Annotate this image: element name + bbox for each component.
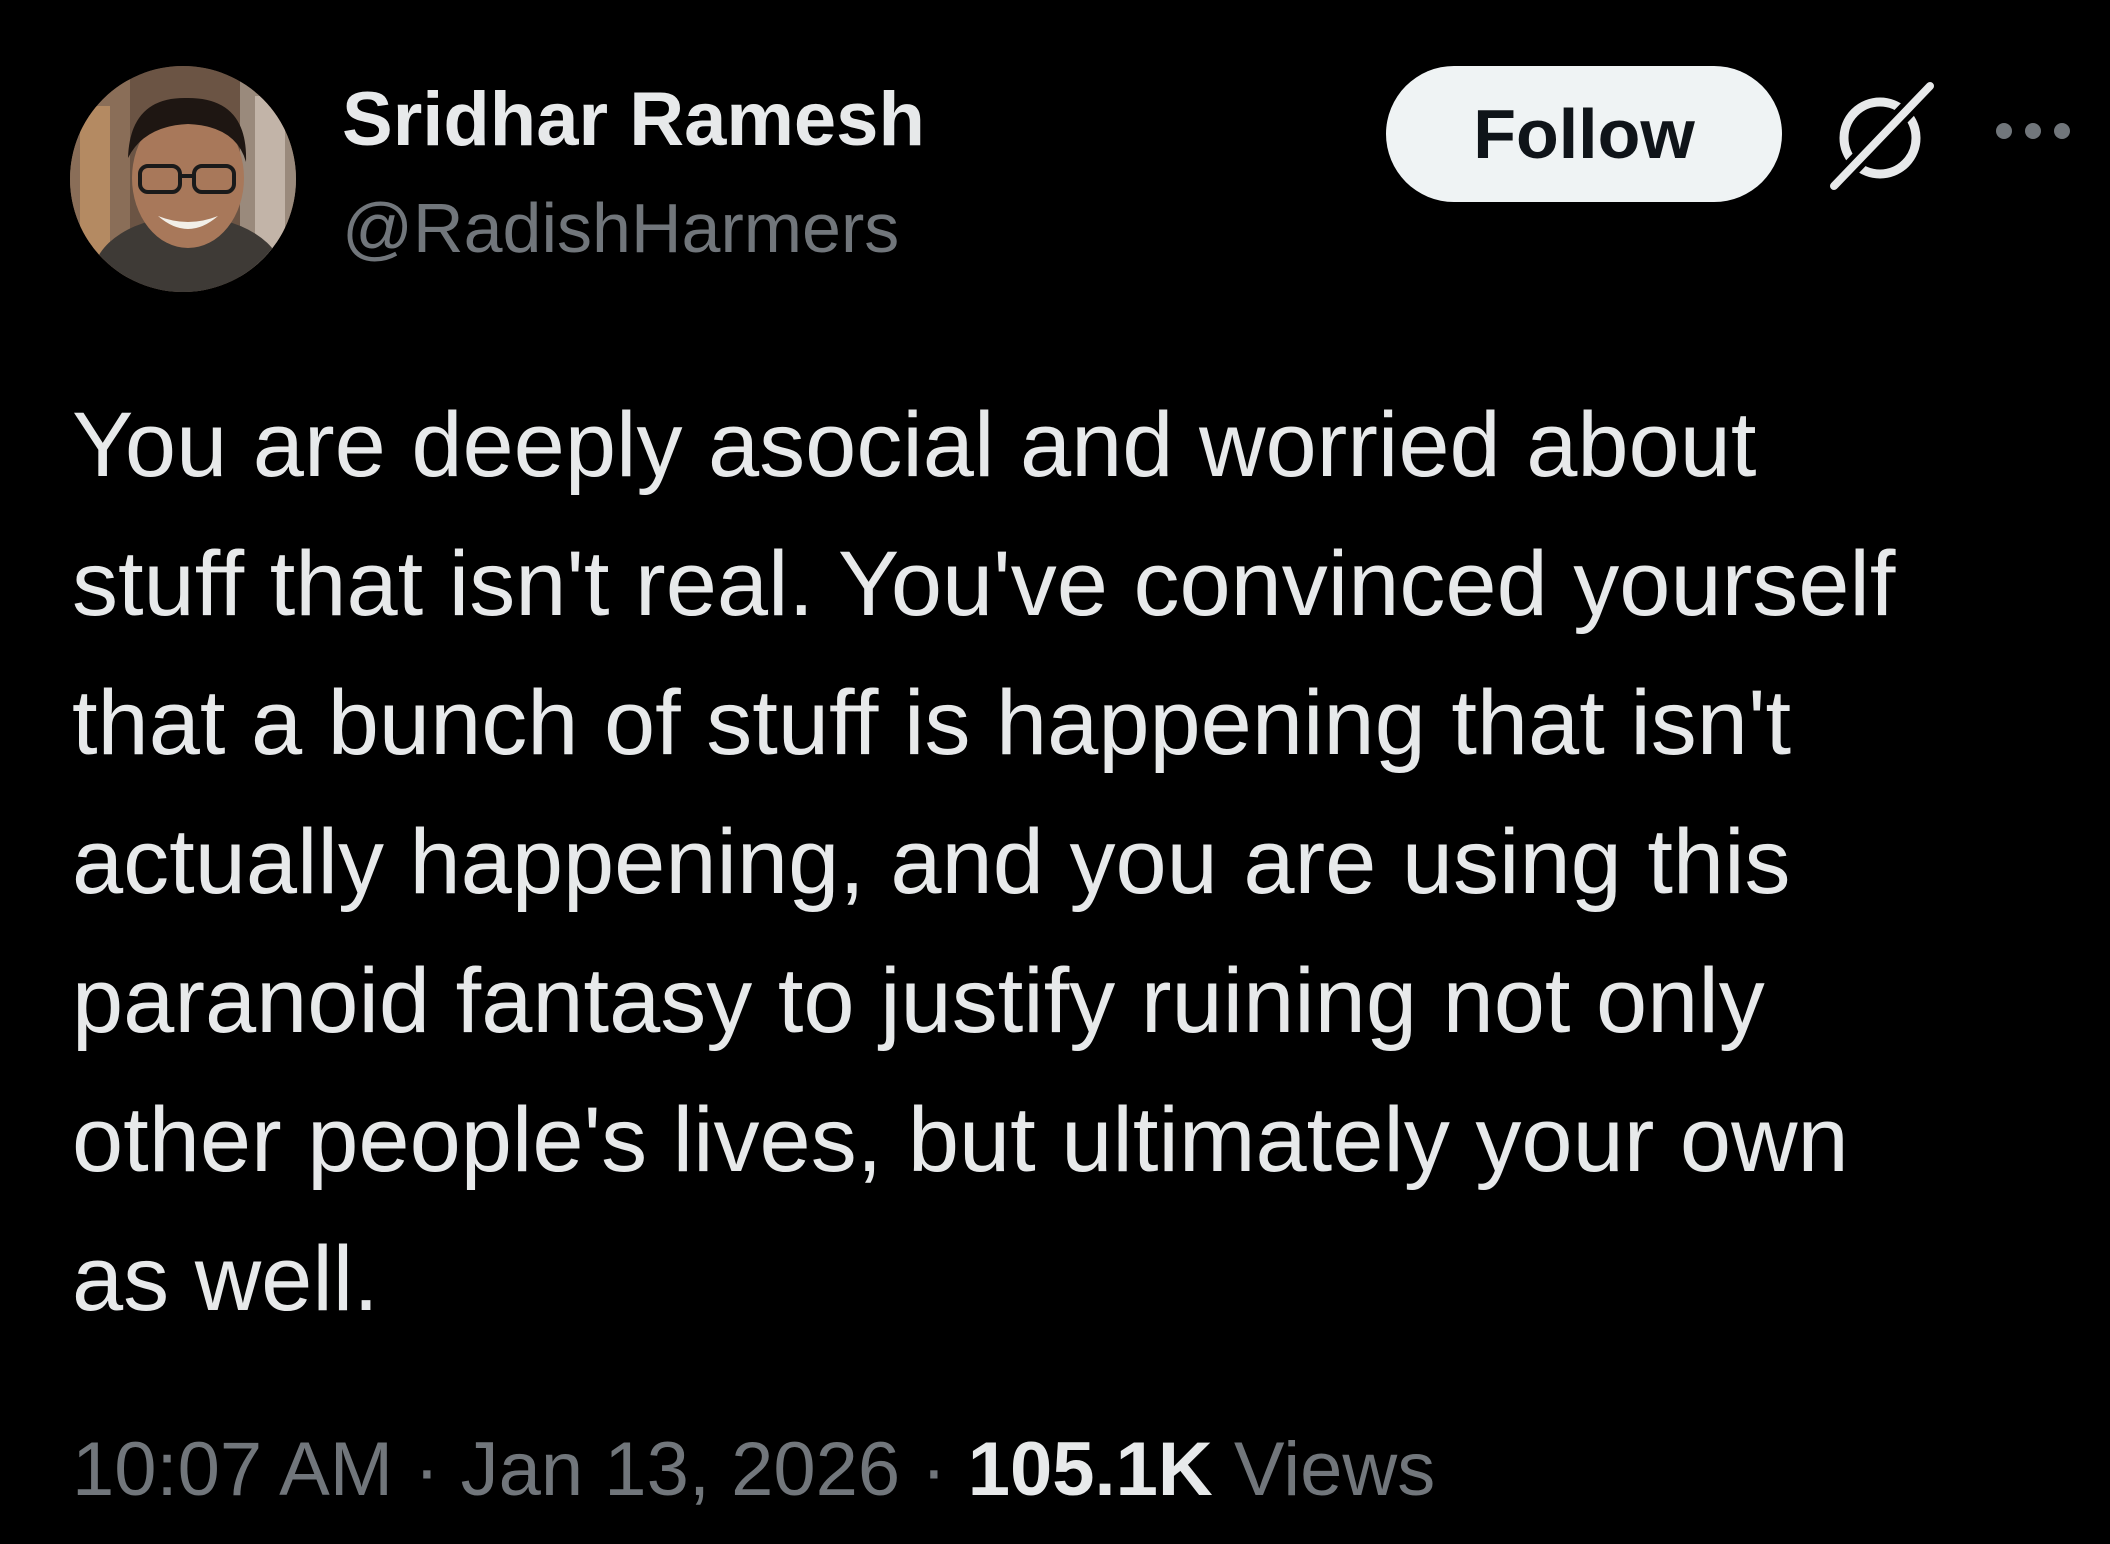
avatar-image <box>70 66 296 292</box>
tweet-text-line: stuff that isn't real. You've convinced … <box>72 533 1896 635</box>
views-count[interactable]: 105.1K <box>968 1427 1213 1512</box>
more-icon-glyph <box>1996 123 2070 139</box>
tweet-text-line: actually happening, and you are using th… <box>72 811 1791 913</box>
avatar[interactable] <box>70 66 296 292</box>
more-icon[interactable] <box>1988 96 2078 166</box>
tweet-text-line: that a bunch of stuff is happening that … <box>72 672 1792 774</box>
tweet-text: You are deeply asocial and worried about… <box>72 376 2062 1349</box>
author-display-name[interactable]: Sridhar Ramesh <box>342 72 925 168</box>
tweet-text-line: You are deeply asocial and worried about <box>72 394 1757 496</box>
meta-separator: · <box>900 1427 968 1512</box>
tweet-text-line: paranoid fantasy to justify ruining not … <box>72 950 1765 1052</box>
author-handle[interactable]: @RadishHarmers <box>342 180 925 276</box>
tweet-meta: 10:07 AM · Jan 13, 2026 · 105.1K Views <box>72 1420 1435 1520</box>
tweet-header: Sridhar Ramesh @RadishHarmers Follow <box>70 66 2070 296</box>
post-time[interactable]: 10:07 AM <box>72 1427 393 1512</box>
tweet-text-line: as well. <box>72 1228 379 1330</box>
follow-button[interactable]: Follow <box>1386 66 1782 202</box>
views-label: Views <box>1212 1427 1436 1512</box>
post-date[interactable]: Jan 13, 2026 <box>461 1427 901 1512</box>
author-names: Sridhar Ramesh @RadishHarmers <box>342 72 925 276</box>
grok-icon-glyph <box>1825 77 1939 195</box>
grok-icon[interactable] <box>1820 76 1940 196</box>
tweet-card: Sridhar Ramesh @RadishHarmers Follow You… <box>0 0 2110 1544</box>
meta-separator: · <box>393 1427 461 1512</box>
tweet-text-line: other people's lives, but ultimately you… <box>72 1089 1849 1191</box>
